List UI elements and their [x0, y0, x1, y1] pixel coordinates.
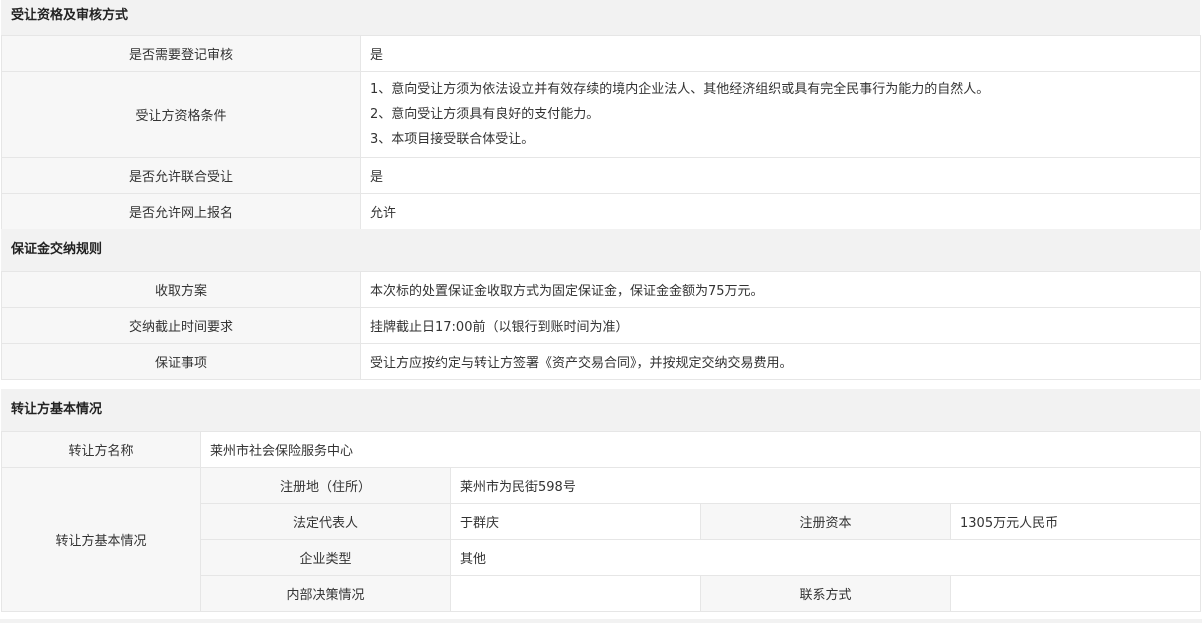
transferor-name-value: 莱州市社会保险服务中心 [199, 431, 1202, 468]
reg-capital-value: 1305万元人民币 [949, 503, 1202, 540]
table-row: 交纳截止时间要求 挂牌截止日17:00前（以银行到账时间为准） [1, 307, 1201, 344]
row-value: 是 [360, 157, 1201, 194]
row-value-multiline: 1、意向受让方须为依法设立并有效存续的境内企业法人、其他经济组织或具有完全民事行… [360, 71, 1201, 158]
row-label: 是否允许网上报名 [1, 193, 361, 230]
table-row: 是否允许网上报名 允许 [1, 193, 1201, 230]
bottom-divider [0, 619, 1202, 623]
transferor-basic-label: 转让方基本情况 [1, 467, 201, 612]
transferor-name-label: 转让方名称 [1, 431, 201, 468]
reg-capital-label: 注册资本 [700, 503, 951, 540]
contact-value [949, 575, 1202, 612]
section-title-qualification: 受让资格及审核方式 [1, 0, 1200, 36]
table-row: 收取方案 本次标的处置保证金收取方式为固定保证金，保证金金额为75万元。 [1, 271, 1201, 308]
internal-decision-label: 内部决策情况 [200, 575, 451, 612]
row-value: 挂牌截止日17:00前（以银行到账时间为准） [360, 307, 1201, 344]
section-title-transferor: 转让方基本情况 [1, 389, 1200, 431]
contact-label: 联系方式 [700, 575, 951, 612]
table-row: 是否需要登记审核 是 [1, 35, 1201, 72]
row-label: 是否允许联合受让 [1, 157, 361, 194]
table-row: 是否允许联合受让 是 [1, 157, 1201, 194]
row-value: 是 [360, 35, 1201, 72]
table-row: 保证事项 受让方应按约定与转让方签署《资产交易合同》，并按规定交纳交易费用。 [1, 343, 1201, 380]
deposit-table: 收取方案 本次标的处置保证金收取方式为固定保证金，保证金金额为75万元。 交纳截… [1, 271, 1201, 380]
row-value: 允许 [360, 193, 1201, 230]
reg-address-label: 注册地（住所） [200, 467, 451, 504]
row-label: 保证事项 [1, 343, 361, 380]
condition-line: 2、意向受让方须具有良好的支付能力。 [370, 107, 600, 122]
legal-rep-value: 于群庆 [450, 503, 701, 540]
table-row: 受让方资格条件 1、意向受让方须为依法设立并有效存续的境内企业法人、其他经济组织… [1, 71, 1201, 158]
legal-rep-label: 法定代表人 [200, 503, 451, 540]
row-value: 受让方应按约定与转让方签署《资产交易合同》，并按规定交纳交易费用。 [360, 343, 1201, 380]
transferor-table: 转让方名称 莱州市社会保险服务中心 转让方基本情况 注册地（住所） 莱州市为民街… [1, 431, 1202, 612]
row-value: 本次标的处置保证金收取方式为固定保证金，保证金金额为75万元。 [360, 271, 1201, 308]
qualification-table: 是否需要登记审核 是 受让方资格条件 1、意向受让方须为依法设立并有效存续的境内… [1, 35, 1201, 230]
row-label: 收取方案 [1, 271, 361, 308]
row-label: 是否需要登记审核 [1, 35, 361, 72]
company-type-value: 其他 [449, 539, 1202, 576]
internal-decision-value [450, 575, 701, 612]
condition-line: 1、意向受让方须为依法设立并有效存续的境内企业法人、其他经济组织或具有完全民事行… [370, 82, 990, 97]
condition-line: 3、本项目接受联合体受让。 [370, 132, 535, 147]
row-label: 受让方资格条件 [1, 71, 361, 158]
company-type-label: 企业类型 [200, 539, 451, 576]
reg-address-value: 莱州市为民街598号 [449, 467, 1202, 504]
table-row: 转让方基本情况 注册地（住所） 莱州市为民街598号 [1, 467, 1202, 612]
section-title-deposit: 保证金交纳规则 [1, 229, 1200, 271]
table-row: 转让方名称 莱州市社会保险服务中心 [1, 431, 1202, 468]
row-label: 交纳截止时间要求 [1, 307, 361, 344]
